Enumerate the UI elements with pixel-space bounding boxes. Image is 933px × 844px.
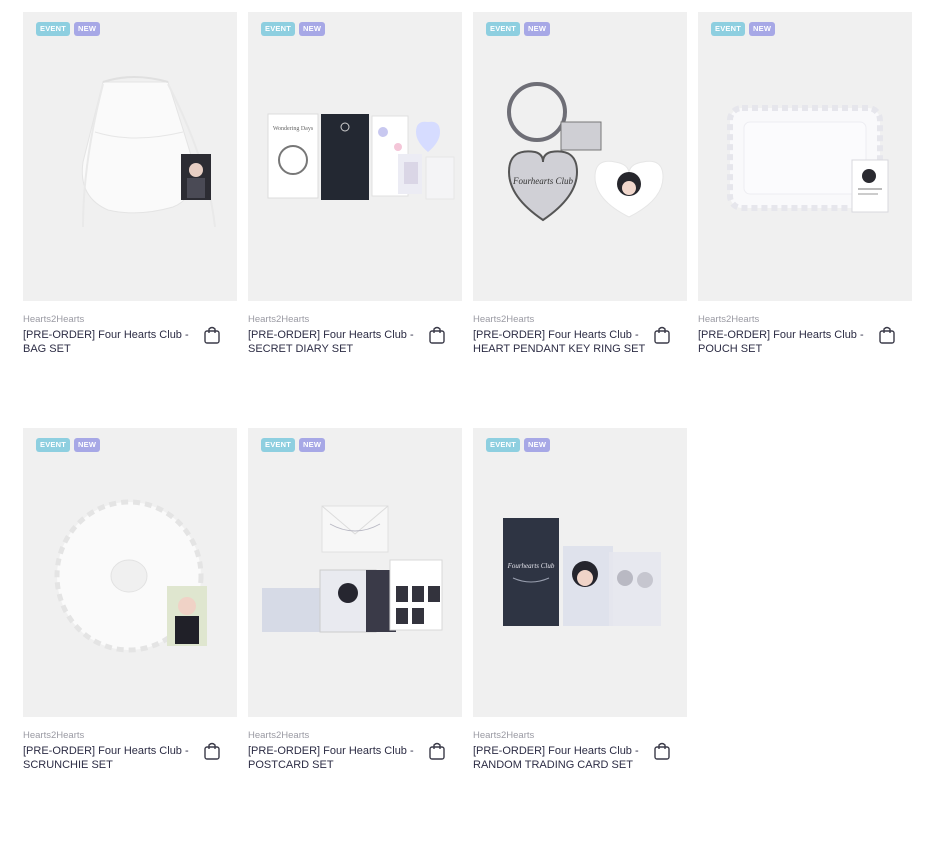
product-brand: Hearts2Hearts xyxy=(23,314,85,325)
keyring-script: Fourhearts Club xyxy=(512,176,574,186)
product-card[interactable]: Fourhearts Club EVENT NEW Hearts2Hearts … xyxy=(473,12,687,428)
shopping-bag-icon[interactable] xyxy=(653,325,671,345)
shopping-bag-icon[interactable] xyxy=(878,325,896,345)
product-image-secret-diary-set[interactable]: Wondering Days EVENT NEW xyxy=(248,12,462,301)
new-badge: NEW xyxy=(74,438,101,452)
product-brand: Hearts2Hearts xyxy=(248,730,310,741)
product-grid: EVENT NEW Hearts2Hearts [PRE-ORDER] Four… xyxy=(23,12,912,844)
product-card[interactable]: EVENT NEW Hearts2Hearts [PRE-ORDER] Four… xyxy=(23,428,237,844)
event-badge: EVENT xyxy=(261,438,296,452)
event-badge: EVENT xyxy=(36,22,71,36)
product-title[interactable]: [PRE-ORDER] Four Hearts Club - BAG SET xyxy=(23,328,201,356)
heart-photocard xyxy=(594,160,664,218)
trading-cards xyxy=(563,546,661,626)
postcards xyxy=(262,559,443,633)
stickers xyxy=(371,115,422,197)
envelope xyxy=(321,505,389,553)
product-card[interactable]: EVENT NEW Hearts2Hearts [PRE-ORDER] Four… xyxy=(698,12,912,428)
product-title[interactable]: [PRE-ORDER] Four Hearts Club - POSTCARD … xyxy=(248,744,426,772)
event-badge: EVENT xyxy=(36,438,71,452)
product-brand: Hearts2Hearts xyxy=(23,730,85,741)
product-image-pouch-set[interactable]: EVENT NEW xyxy=(698,12,912,301)
product-title[interactable]: [PRE-ORDER] Four Hearts Club - SCRUNCHIE… xyxy=(23,744,201,772)
diary-card: Wondering Days xyxy=(267,113,319,199)
shopping-bag-icon[interactable] xyxy=(428,741,446,761)
product-card[interactable]: EVENT NEW Hearts2Hearts [PRE-ORDER] Four… xyxy=(23,12,237,428)
diary-script: Wondering Days xyxy=(273,126,314,132)
product-image-postcard-set[interactable]: EVENT NEW xyxy=(248,428,462,717)
new-badge: NEW xyxy=(749,22,776,36)
key-ring-illustration: Fourhearts Club xyxy=(507,82,602,222)
event-badge: EVENT xyxy=(711,22,746,36)
event-badge: EVENT xyxy=(261,22,296,36)
trading-card-script: Fourhearts Club xyxy=(507,562,555,570)
event-badge: EVENT xyxy=(486,438,521,452)
product-image-random-trading-card-set[interactable]: Fourhearts Club EVENT NEW xyxy=(473,428,687,717)
id-photocard xyxy=(851,159,889,213)
new-badge: NEW xyxy=(299,438,326,452)
shopping-bag-icon[interactable] xyxy=(203,741,221,761)
new-badge: NEW xyxy=(524,22,551,36)
event-badge: EVENT xyxy=(486,22,521,36)
shopping-bag-icon[interactable] xyxy=(428,325,446,345)
photocard xyxy=(167,586,207,646)
product-image-scrunchie-set[interactable]: EVENT NEW xyxy=(23,428,237,717)
product-card[interactable]: Wondering Days EVENT NEW Hearts2Hearts [… xyxy=(248,12,462,428)
diary-cover xyxy=(321,114,369,200)
new-badge: NEW xyxy=(524,438,551,452)
new-badge: NEW xyxy=(74,22,101,36)
product-brand: Hearts2Hearts xyxy=(473,314,535,325)
new-badge: NEW xyxy=(299,22,326,36)
shopping-bag-icon[interactable] xyxy=(653,741,671,761)
product-title[interactable]: [PRE-ORDER] Four Hearts Club - HEART PEN… xyxy=(473,328,651,356)
drawstring-bag-illustration xyxy=(81,76,216,228)
product-card[interactable]: Fourhearts Club EVENT NEW Hearts2Hearts … xyxy=(473,428,687,844)
trading-card-pack: Fourhearts Club xyxy=(503,518,559,626)
product-brand: Hearts2Hearts xyxy=(473,730,535,741)
photocard xyxy=(181,154,211,200)
product-title[interactable]: [PRE-ORDER] Four Hearts Club - POUCH SET xyxy=(698,328,876,356)
product-image-bag-set[interactable]: EVENT NEW xyxy=(23,12,237,301)
product-brand: Hearts2Hearts xyxy=(248,314,310,325)
product-image-key-ring-set[interactable]: Fourhearts Club EVENT NEW xyxy=(473,12,687,301)
product-title[interactable]: [PRE-ORDER] Four Hearts Club - RANDOM TR… xyxy=(473,744,651,772)
product-title[interactable]: [PRE-ORDER] Four Hearts Club - SECRET DI… xyxy=(248,328,426,356)
product-brand: Hearts2Hearts xyxy=(698,314,760,325)
shopping-bag-icon[interactable] xyxy=(203,325,221,345)
product-card[interactable]: EVENT NEW Hearts2Hearts [PRE-ORDER] Four… xyxy=(248,428,462,844)
